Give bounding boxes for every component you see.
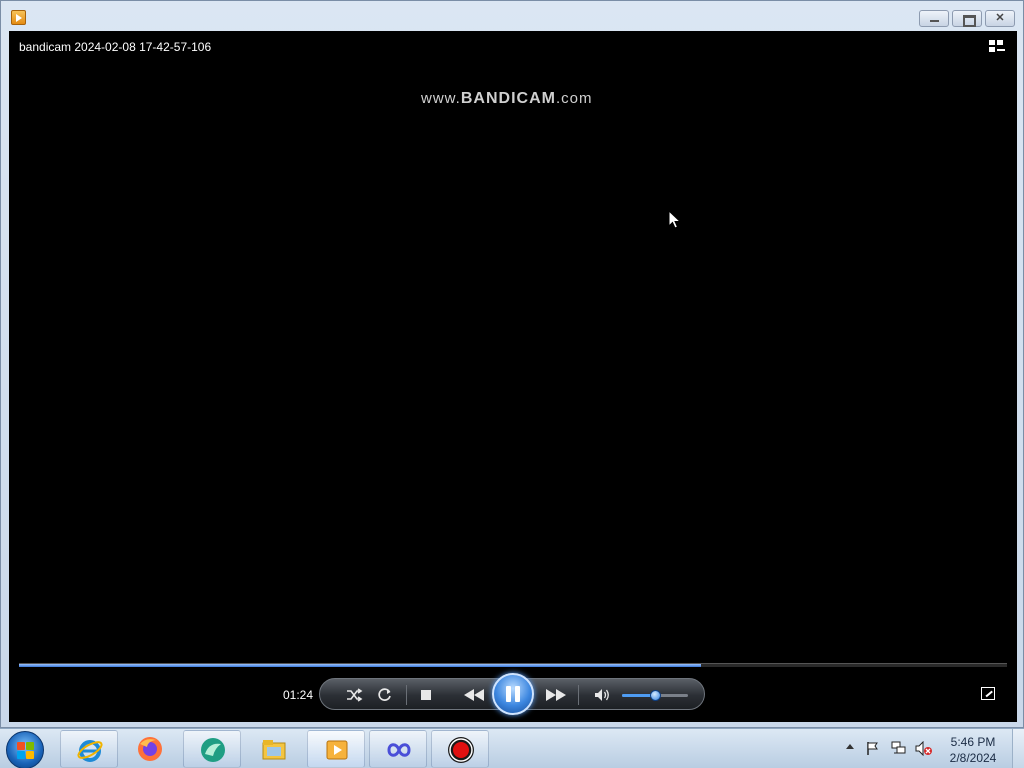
- stop-icon: [421, 690, 431, 700]
- taskbar-infinity-app[interactable]: [369, 730, 427, 768]
- rewind-icon: [464, 689, 484, 701]
- taskbar-file-explorer[interactable]: [245, 730, 303, 768]
- restore-button[interactable]: [952, 10, 982, 27]
- folder-icon: [262, 740, 286, 760]
- video-area[interactable]: bandicam 2024-02-08 17-42-57-106 www.BAN…: [9, 31, 1017, 722]
- watermark-brand: BANDICAM: [460, 90, 556, 107]
- record-icon: [448, 737, 474, 763]
- watermark-suffix: .com: [555, 90, 593, 107]
- playback-controls: [319, 673, 705, 715]
- seek-bar[interactable]: [19, 663, 1007, 667]
- media-player-icon: [326, 740, 348, 760]
- taskbar-green-app[interactable]: [183, 730, 241, 768]
- repeat-icon[interactable]: [375, 685, 395, 705]
- pause-button[interactable]: [492, 673, 534, 715]
- action-center-flag-icon[interactable]: [866, 741, 880, 756]
- media-player-app-icon[interactable]: [11, 10, 26, 25]
- internet-explorer-icon: [77, 740, 103, 762]
- start-button[interactable]: [6, 731, 44, 768]
- shuffle-icon[interactable]: [344, 685, 364, 705]
- taskbar-bandicam-record[interactable]: [431, 730, 489, 768]
- pause-icon: [506, 686, 511, 702]
- clock-date: 2/8/2024: [949, 751, 997, 765]
- taskbar-internet-explorer[interactable]: [60, 730, 118, 768]
- caption-buttons: ✕: [916, 10, 1015, 27]
- media-player-window: ✕ bandicam 2024-02-08 17-42-57-106 www.B…: [0, 0, 1024, 728]
- fast-forward-icon: [546, 689, 566, 701]
- controls-divider: [578, 685, 579, 705]
- close-button[interactable]: ✕: [985, 10, 1015, 27]
- stop-button[interactable]: [416, 685, 436, 705]
- fullscreen-icon[interactable]: [981, 687, 995, 700]
- rewind-button[interactable]: [460, 685, 488, 705]
- taskbar: 5:46 PM 2/8/2024: [0, 728, 1024, 768]
- video-title: bandicam 2024-02-08 17-42-57-106: [19, 40, 212, 54]
- network-icon[interactable]: [891, 741, 907, 756]
- seek-bar-progress: [19, 664, 701, 667]
- show-desktop-button[interactable]: [1012, 729, 1024, 768]
- volume-muted-icon[interactable]: [915, 740, 933, 757]
- volume-thumb[interactable]: [650, 690, 661, 701]
- volume-icon[interactable]: [592, 685, 612, 705]
- green-app-icon: [201, 738, 225, 762]
- mouse-cursor-icon: [668, 209, 682, 235]
- title-bar[interactable]: ✕: [1, 1, 1023, 31]
- tray-expand-icon[interactable]: [846, 744, 854, 749]
- elapsed-time: 01:24: [283, 688, 314, 702]
- system-clock[interactable]: 5:46 PM 2/8/2024: [943, 734, 1003, 766]
- bandicam-watermark: www.BANDICAM.com: [421, 90, 592, 108]
- watermark-prefix: www.: [421, 90, 461, 107]
- taskbar-firefox[interactable]: [121, 730, 179, 768]
- switch-to-library-icon[interactable]: [989, 40, 1005, 54]
- minimize-button[interactable]: [919, 10, 949, 27]
- controls-divider: [406, 685, 407, 705]
- infinity-icon: [387, 743, 411, 757]
- volume-slider[interactable]: [622, 690, 688, 701]
- clock-time: 5:46 PM: [950, 735, 996, 749]
- fast-forward-button[interactable]: [542, 685, 570, 705]
- firefox-icon: [138, 737, 162, 761]
- taskbar-media-player[interactable]: [307, 730, 365, 768]
